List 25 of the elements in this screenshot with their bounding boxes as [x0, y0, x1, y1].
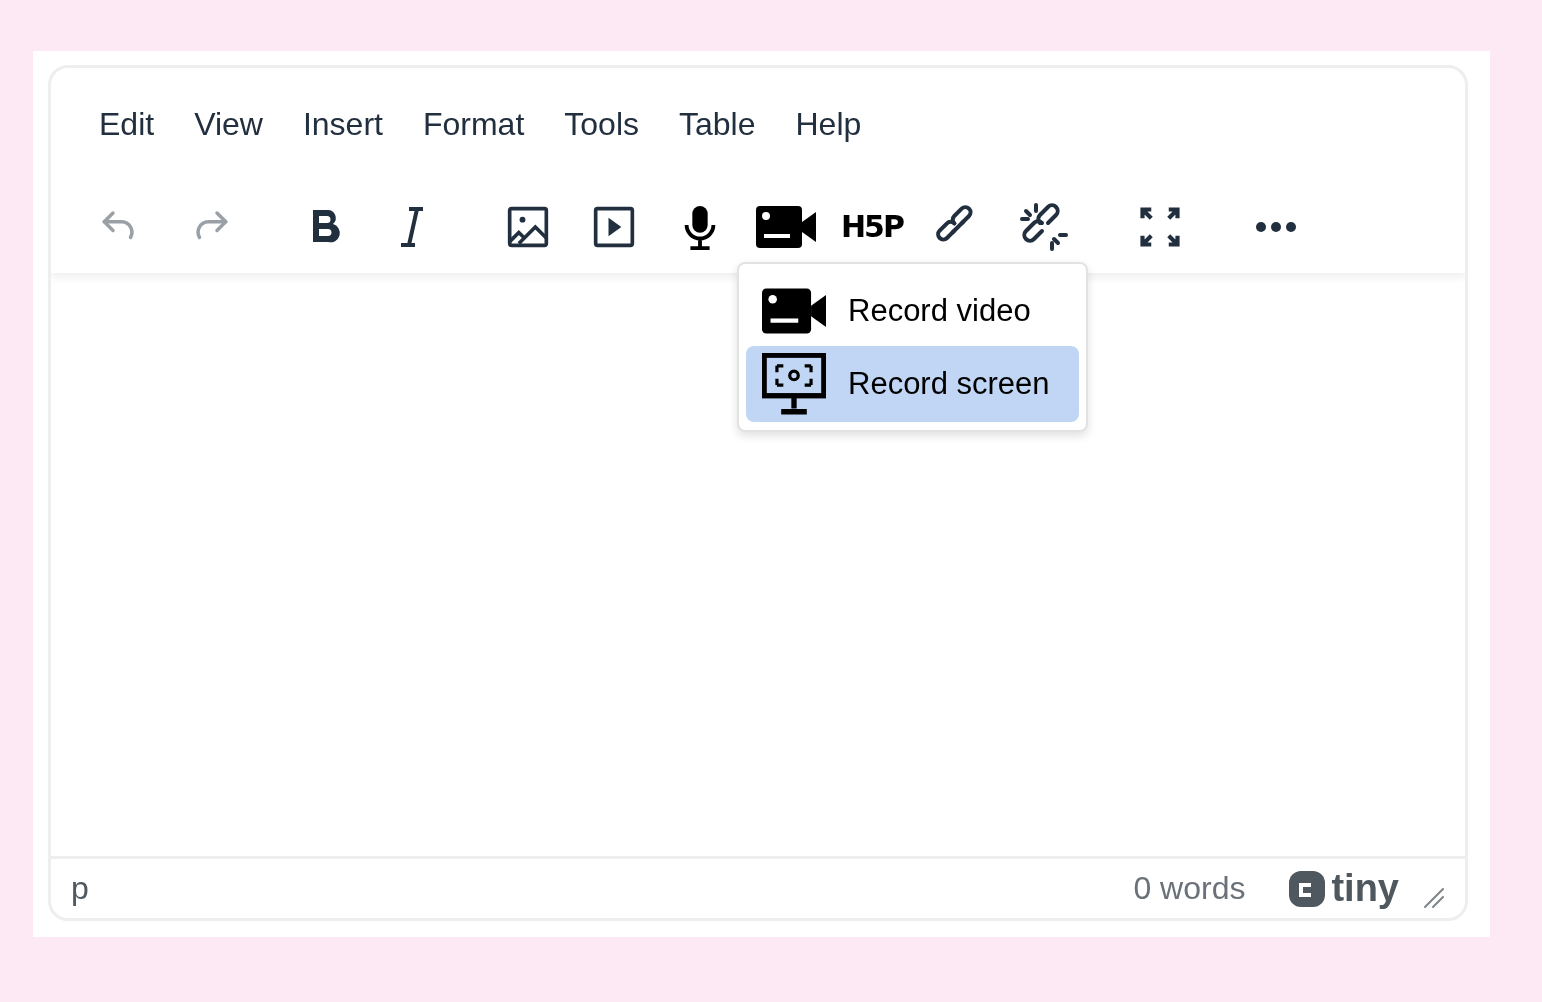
- fullscreen-icon: [1139, 205, 1181, 248]
- video-camera-icon: [756, 205, 816, 248]
- more-icon: [1255, 220, 1297, 233]
- menu-item[interactable]: Tools: [552, 102, 651, 147]
- resize-handle-icon[interactable]: [1423, 886, 1445, 909]
- microphone-icon: [683, 203, 717, 250]
- menu-item[interactable]: Edit: [87, 102, 167, 147]
- menu-item[interactable]: Insert: [290, 102, 395, 147]
- h5p-button[interactable]: H5P: [842, 196, 902, 257]
- broken-link-icon: [1020, 202, 1068, 251]
- word-count[interactable]: 0 words: [1133, 870, 1246, 907]
- video-camera-icon: [762, 288, 826, 334]
- menu-item[interactable]: Help: [783, 102, 874, 147]
- menu-item[interactable]: Format: [410, 102, 537, 147]
- italic-icon: [399, 206, 425, 247]
- logo-icon: [1287, 868, 1328, 909]
- dropdown-item[interactable]: Record video: [746, 276, 1079, 346]
- menu-item[interactable]: Table: [667, 102, 768, 147]
- monitor-icon: [762, 353, 826, 415]
- logo-wordmark[interactable]: tiny: [1331, 867, 1399, 910]
- menu-item[interactable]: View: [182, 102, 275, 147]
- dropdown-item[interactable]: Record screen: [746, 346, 1079, 422]
- play-icon: [592, 204, 636, 249]
- element-path[interactable]: p: [71, 870, 89, 907]
- image-icon: [506, 204, 550, 249]
